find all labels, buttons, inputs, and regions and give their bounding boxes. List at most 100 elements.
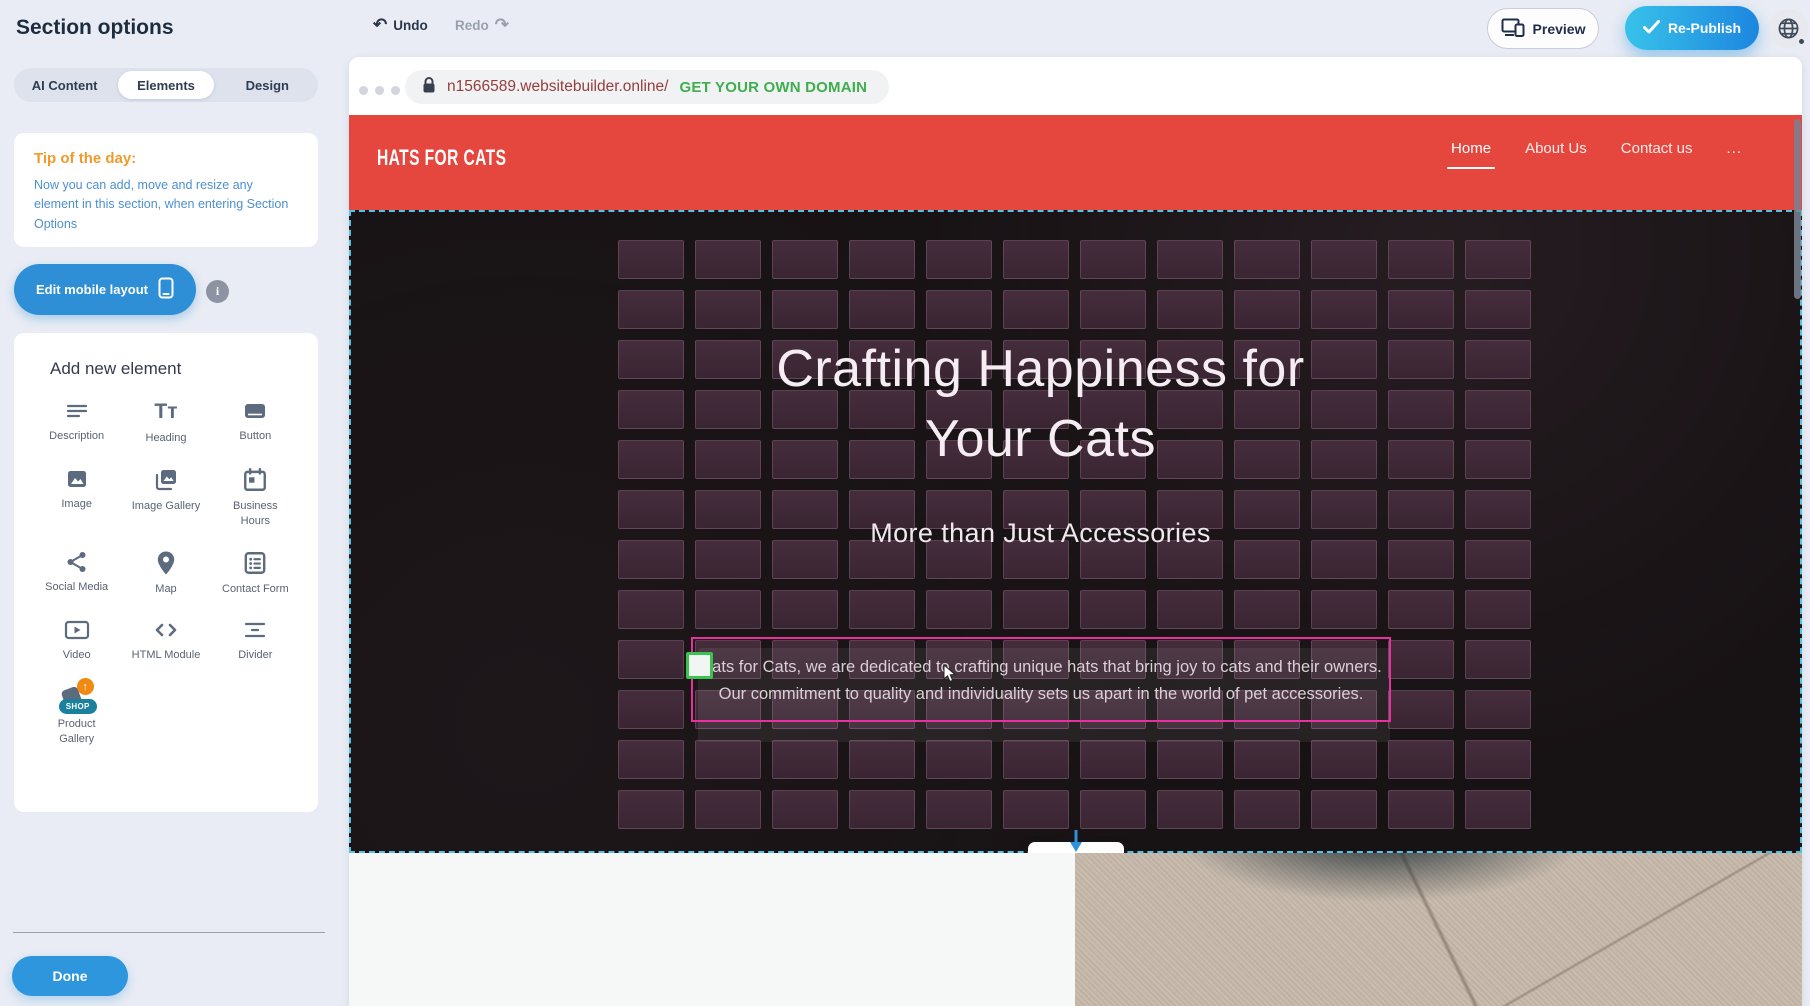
element-image[interactable]: Image: [32, 467, 121, 528]
republish-label: Re-Publish: [1668, 20, 1741, 36]
element-label: Contact Form: [222, 582, 289, 596]
element-html-module[interactable]: HTML Module: [121, 618, 210, 662]
hero-tile: [1465, 590, 1531, 629]
redo-button[interactable]: Redo ↷: [455, 16, 509, 34]
window-dot: [375, 86, 384, 95]
sidebar-tabs: AI Content Elements Design: [14, 68, 318, 102]
element-social-media[interactable]: Social Media: [32, 550, 121, 596]
business-hours-icon: [242, 467, 268, 493]
element-label: Social Media: [45, 580, 108, 594]
tip-title: Tip of the day:: [34, 150, 298, 167]
hero-tile: [926, 740, 992, 779]
tab-elements[interactable]: Elements: [118, 71, 213, 99]
hero-tile: [1388, 790, 1454, 829]
hero-tile: [618, 790, 684, 829]
page-scrollbar[interactable]: [1794, 119, 1801, 299]
mouse-cursor-icon: [943, 664, 958, 689]
hero-tile: [1080, 740, 1146, 779]
republish-button[interactable]: Re-Publish: [1625, 6, 1759, 50]
globe-status-dot: [1797, 37, 1806, 46]
element-business-hours[interactable]: Business Hours: [211, 467, 300, 528]
undo-label: Undo: [393, 18, 428, 33]
browser-chrome: n1566589.websitebuilder.online/ GET YOUR…: [349, 57, 1802, 115]
page-title: Section options: [16, 16, 174, 40]
mobile-phone-icon: [158, 277, 174, 302]
app-window: Section options AI Content Elements Desi…: [0, 0, 1810, 1006]
hero-tile: [1311, 740, 1377, 779]
image-icon: [64, 467, 90, 491]
element-label: Description: [49, 429, 104, 443]
add-element-panel: Add new element Description Tт Heading B…: [14, 333, 318, 812]
info-icon[interactable]: i: [206, 280, 229, 303]
edit-mobile-layout-label: Edit mobile layout: [36, 282, 148, 297]
address-bar[interactable]: n1566589.websitebuilder.online/ GET YOUR…: [405, 70, 889, 104]
hero-tile: [1157, 590, 1223, 629]
hero-tile: [1388, 590, 1454, 629]
preview-label: Preview: [1533, 21, 1586, 37]
hero-tile: [618, 640, 684, 679]
element-heading[interactable]: Tт Heading: [121, 399, 210, 445]
map-pin-icon: [154, 550, 178, 576]
hero-tile: [849, 790, 915, 829]
undo-button[interactable]: ↶ Undo: [373, 16, 428, 34]
nav-more-button[interactable]: ...: [1726, 140, 1742, 169]
hero-tile: [1465, 690, 1531, 729]
element-drag-handle[interactable]: [686, 652, 713, 679]
redo-label: Redo: [455, 18, 489, 33]
paragraph-selection-box[interactable]: Hats for Cats, we are dedicated to craft…: [691, 637, 1391, 722]
site-logo[interactable]: HATS FOR CATS: [377, 146, 506, 171]
element-button[interactable]: Button: [211, 399, 300, 445]
site-preview-window: n1566589.websitebuilder.online/ GET YOUR…: [349, 57, 1802, 1006]
hero-tile: [1311, 590, 1377, 629]
upgrade-arrow-badge: ↑: [77, 678, 94, 695]
hero-tile: [1234, 790, 1300, 829]
language-globe-button[interactable]: [1769, 9, 1808, 48]
hero-tile: [695, 590, 761, 629]
edit-mobile-layout-button[interactable]: Edit mobile layout: [14, 264, 196, 315]
hero-tile: [1080, 790, 1146, 829]
element-video[interactable]: Video: [32, 618, 121, 662]
hero-tile: [1157, 790, 1223, 829]
hero-tile: [1388, 640, 1454, 679]
hero-tile: [1465, 790, 1531, 829]
nav-contact-us[interactable]: Contact us: [1621, 140, 1693, 169]
hero-tile: [772, 790, 838, 829]
hero-tile: [695, 790, 761, 829]
element-label: Divider: [238, 648, 272, 662]
hero-tile: [926, 590, 992, 629]
element-image-gallery[interactable]: Image Gallery: [121, 467, 210, 528]
hero-subheading[interactable]: More than Just Accessories: [351, 518, 1730, 549]
hero-section-selected[interactable]: Crafting Happiness for Your Cats More th…: [349, 210, 1802, 853]
hero-tile: [772, 590, 838, 629]
undo-icon: ↶: [373, 16, 387, 34]
nav-about-us[interactable]: About Us: [1525, 140, 1587, 169]
divider-icon: [242, 618, 268, 642]
element-map[interactable]: Map: [121, 550, 210, 596]
preview-button[interactable]: Preview: [1487, 8, 1599, 49]
done-button[interactable]: Done: [12, 956, 128, 996]
element-description[interactable]: Description: [32, 399, 121, 445]
element-product-gallery[interactable]: ↑ SHOP Product Gallery: [32, 684, 121, 746]
element-label: Video: [63, 648, 91, 662]
hero-tile: [1234, 740, 1300, 779]
site-header[interactable]: HATS FOR CATS Home About Us Contact us .…: [349, 115, 1802, 210]
window-dot: [359, 86, 368, 95]
element-label: Button: [239, 429, 271, 443]
image-gallery-icon: [153, 467, 179, 493]
tab-ai-content[interactable]: AI Content: [17, 71, 112, 99]
next-section[interactable]: [349, 853, 1802, 1006]
hero-tile: [1080, 590, 1146, 629]
element-divider[interactable]: Divider: [211, 618, 300, 662]
hero-heading[interactable]: Crafting Happiness for Your Cats: [721, 334, 1361, 474]
hero-tile: [772, 740, 838, 779]
get-domain-link[interactable]: GET YOUR OWN DOMAIN: [679, 79, 867, 96]
element-contact-form[interactable]: Contact Form: [211, 550, 300, 596]
element-label: HTML Module: [132, 648, 201, 662]
hero-paragraph[interactable]: Hats for Cats, we are dedicated to craft…: [693, 639, 1389, 708]
element-label: Business Hours: [220, 499, 290, 528]
tab-design[interactable]: Design: [220, 71, 315, 99]
description-icon: [64, 399, 90, 423]
nav-home[interactable]: Home: [1451, 140, 1491, 169]
video-icon: [63, 618, 91, 642]
hero-tile: [849, 740, 915, 779]
